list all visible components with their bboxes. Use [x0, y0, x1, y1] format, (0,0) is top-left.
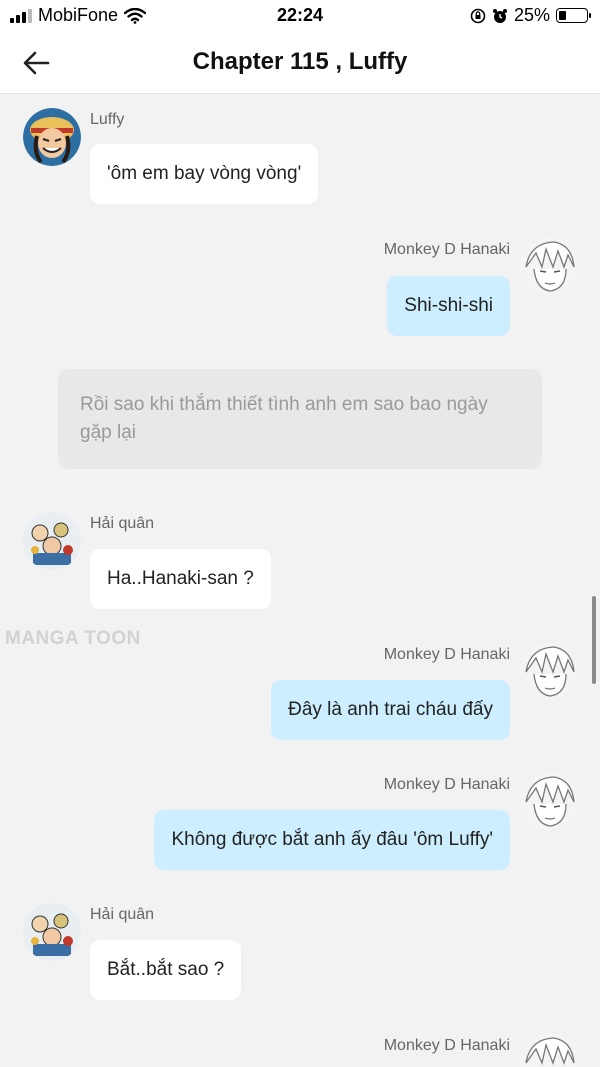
- rotation-lock-icon: [470, 8, 486, 23]
- avatar-hanaki[interactable]: [520, 642, 578, 700]
- avatar-hai-quan[interactable]: [23, 903, 81, 961]
- sender-name: Monkey D Hanaki: [383, 241, 510, 258]
- alarm-icon: [492, 8, 507, 23]
- sender-name: Monkey D Hanaki: [383, 646, 510, 663]
- avatar-hai-quan[interactable]: [23, 512, 81, 570]
- avatar-hanaki[interactable]: [520, 1033, 578, 1067]
- narration-box[interactable]: Rồi sao khi thắm thiết tình anh em sao b…: [58, 369, 542, 469]
- message-bubble[interactable]: Bắt..bắt sao ?: [90, 940, 242, 1000]
- battery-percent: 25%: [513, 5, 550, 25]
- scrollbar[interactable]: [592, 596, 596, 684]
- sender-name: Luffy: [90, 111, 125, 128]
- battery-icon: [556, 8, 591, 23]
- message-bubble[interactable]: 'ôm em bay vòng vòng': [90, 144, 319, 204]
- watermark: MANGA TOON: [5, 628, 141, 649]
- sender-name: Hải quân: [90, 906, 155, 923]
- sender-name: Monkey D Hanaki: [383, 1037, 510, 1054]
- sender-name: Hải quân: [90, 515, 155, 532]
- message-bubble[interactable]: Ha..Hanaki-san ?: [90, 549, 271, 609]
- page-title: Chapter 115 , Luffy: [192, 48, 408, 75]
- avatar-hanaki[interactable]: [520, 772, 578, 830]
- message-bubble[interactable]: Shi-shi-shi: [387, 276, 510, 336]
- message-bubble[interactable]: Không được bắt anh ấy đâu 'ôm Luffy': [154, 810, 510, 870]
- chapter-header: Chapter 115 , Luffy: [0, 32, 600, 94]
- sender-name: Monkey D Hanaki: [383, 776, 510, 793]
- status-right: 25%: [470, 5, 591, 26]
- chat-thread[interactable]: Luffy 'ôm em bay vòng vòng' Monkey D Han…: [0, 94, 600, 1067]
- avatar-hanaki[interactable]: [520, 237, 578, 295]
- status-bar: MobiFone 22:24 25%: [0, 0, 600, 32]
- avatar-luffy[interactable]: [23, 108, 81, 166]
- message-bubble[interactable]: Đây là anh trai cháu đấy: [271, 680, 510, 740]
